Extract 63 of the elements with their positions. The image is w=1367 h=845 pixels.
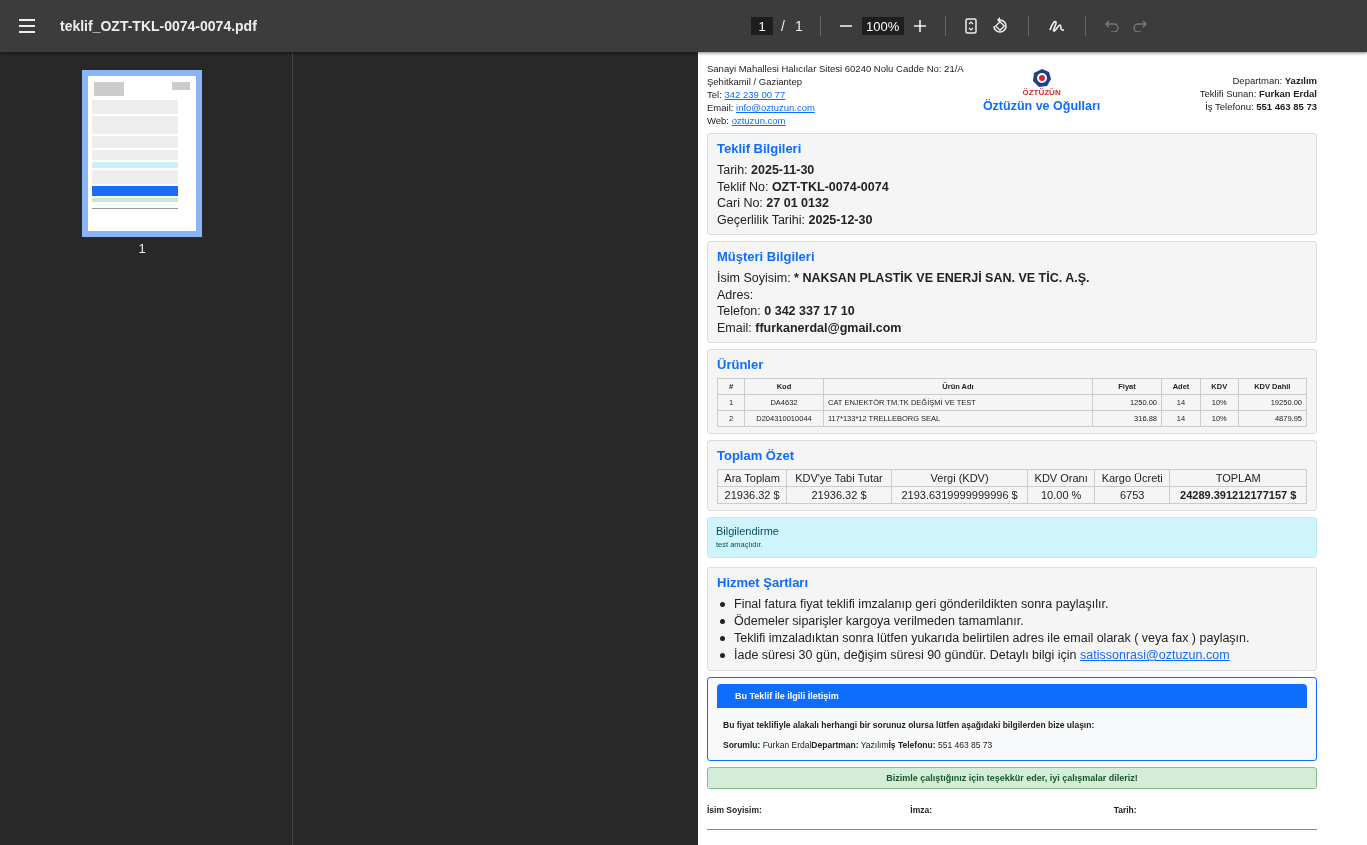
page-thumbnail[interactable] <box>82 70 202 237</box>
terms-item: İade süresi 30 gün, değişim süresi 90 gündür. Detaylı bilgi için satissonrasi@oztuzun.com <box>734 647 1230 664</box>
field-line: Telefon: 0 342 337 17 10 <box>717 303 856 320</box>
address-line: Şehitkamil / Gaziantep <box>707 75 804 88</box>
terms-item: Ödemeler siparişler kargoya verilmeden tamamlanır. <box>734 613 1024 630</box>
field-line: Geçerlilik Tarihi: 2025-12-30 <box>717 211 874 228</box>
field-line: Tarih: 2025-11-30 <box>717 162 816 179</box>
address-label: Web: <box>707 115 729 126</box>
document-title: teklif_OZT-TKL-0074-0074.pdf <box>60 18 257 34</box>
contact-info-line: Teklifi Sunan: Furkan Erdal <box>1198 87 1317 100</box>
signature-label: İmza: <box>910 805 934 815</box>
contact-info-line: İş Telefonu: 551 463 85 73 <box>1204 100 1317 113</box>
section-title: Müşteri Bilgileri <box>717 248 816 266</box>
contact-details: Sorumlu: Furkan ErdalDepartman: Yazılımİş Telefonu: 551 463 85 73 <box>722 740 994 750</box>
notice-title: Bilgilendirme <box>716 524 780 539</box>
address-line: Sanayi Mahallesi Halıcılar Sitesi 60240 Nolu Cadde No: 21/A <box>707 62 965 75</box>
table-cell: 24289.391212177157 $ <box>1169 486 1307 504</box>
bullet-icon <box>720 602 725 607</box>
contact-text: Bu fiyat teklifiyle alakalı herhangi bir sorunuz olursa lütfen aşağıdaki bilgilerden bize ulaşın: <box>722 720 1096 730</box>
logo-text: ÖZTÜZÜN <box>1022 88 1061 97</box>
column-header: Kargo Ücreti <box>1094 469 1170 487</box>
logo-icon <box>1031 68 1052 88</box>
table-cell: 21936.32 $ <box>717 486 787 504</box>
column-header: Ara Toplam <box>717 469 787 487</box>
contact-link[interactable]: info@oztuzun.com <box>736 102 815 113</box>
bullet-icon <box>720 636 725 641</box>
terms-item: Teklifi imzaladıktan sonra lütfen yukarıda belirtilen adres ile email olarak ( veya fax ) paylaşın. <box>734 630 1250 647</box>
table-cell: 21936.32 $ <box>786 486 892 504</box>
company-name: Öztüzün ve Oğulları <box>982 100 1101 113</box>
field-line: Email: ffurkanerdal@gmail.com <box>717 319 903 336</box>
section-title: Hizmet Şartları <box>717 574 810 592</box>
section-title: Toplam Özet <box>717 447 796 465</box>
contact-info-line: Departman: Yazılım <box>1231 74 1317 87</box>
email-link[interactable]: satissonrasi@oztuzun.com <box>1080 648 1230 662</box>
thanks-banner: Bizimle çalıştığınız için teşekkür eder, iyi çalışmalar dileriz! <box>707 767 1317 789</box>
column-header: KDV'ye Tabi Tutar <box>786 469 892 487</box>
section-title: Ürünler <box>717 356 765 374</box>
table-cell: 2193.6319999999996 $ <box>891 486 1028 504</box>
contact-link[interactable]: 342 239 00 77 <box>724 89 786 100</box>
contact-link[interactable]: oztuzun.com <box>731 115 786 126</box>
bullet-icon <box>720 619 725 624</box>
field-line: Teklif No: OZT-TKL-0074-0074 <box>717 178 890 195</box>
field-line: İsim Soyisim: * NAKSAN PLASTİK VE ENERJİ SAN. VE TİC. A.Ş. <box>717 270 1091 287</box>
section-title: Teklif Bilgileri <box>717 140 803 158</box>
address-label: Tel: <box>707 89 722 100</box>
column-header: KDV Oranı <box>1027 469 1095 487</box>
field-line: Cari No: 27 01 0132 <box>717 195 830 212</box>
signature-label: Tarih: <box>1113 805 1138 815</box>
page-separator: / <box>780 18 786 34</box>
field-line: Adres: <box>717 286 755 303</box>
column-header: Vergi (KDV) <box>891 469 1028 487</box>
page-number: 1 <box>138 241 146 256</box>
bullet-icon <box>720 653 725 658</box>
column-header: TOPLAM <box>1169 469 1307 487</box>
address-label: Email: <box>707 102 734 113</box>
terms-item: Final fatura fiyat teklifi imzalanıp geri gönderildikten sonra paylaşılır. <box>734 596 1109 613</box>
signature-label: İsim Soyisim: <box>707 805 763 815</box>
page-count: 1 <box>793 18 804 34</box>
page-number-field[interactable]: 1 <box>751 17 773 35</box>
zoom-field[interactable]: 100% <box>861 17 904 35</box>
table-cell: 6753 <box>1094 486 1170 504</box>
table-cell: 10.00 % <box>1027 486 1095 504</box>
contact-header: Bu Teklif İle İlgili İletişim <box>717 684 1307 708</box>
